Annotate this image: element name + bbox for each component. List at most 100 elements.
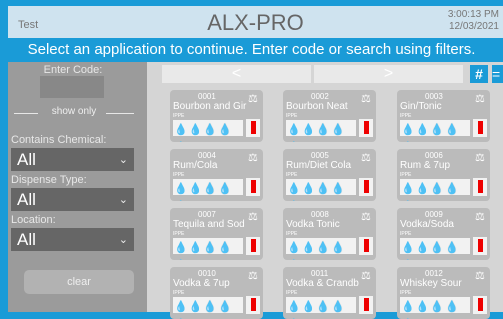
clock: 3:00:13 PM 12/03/2021 bbox=[448, 9, 499, 33]
drop-icon: 💧 bbox=[445, 242, 459, 254]
product-number: 0012 bbox=[425, 269, 443, 278]
product-card[interactable]: 0007Tequila and Sod⚖IPPE💧💧💧💧💧 bbox=[170, 208, 263, 260]
scale-icon: ⚖ bbox=[248, 152, 258, 164]
hazard-flag-icon bbox=[246, 178, 260, 196]
scale-icon: ⚖ bbox=[248, 270, 258, 282]
hazard-flag-icon bbox=[473, 237, 487, 255]
product-name: Vodka & Crandb bbox=[286, 278, 359, 289]
contains-chemical-value: All bbox=[17, 150, 36, 169]
drop-icon: 💧 bbox=[287, 124, 301, 136]
enter-code-label: Enter Code: bbox=[43, 64, 103, 76]
product-card[interactable]: 0008Vodka Tonic⚖IPPE💧💧💧💧💧 bbox=[283, 208, 376, 260]
drop-icon: 💧 bbox=[401, 124, 415, 136]
drop-icon: 💧 bbox=[316, 301, 331, 313]
code-input[interactable] bbox=[40, 76, 104, 98]
product-card[interactable]: 0005Rum/Diet Cola⚖IPPE💧💧💧💧💧 bbox=[283, 149, 376, 201]
drop-icon: 💧 bbox=[401, 242, 415, 254]
drop-icon: 💧 bbox=[188, 301, 203, 313]
product-card[interactable]: 0012Whiskey Sour ⚖ IPPE💧💧💧💧💧 bbox=[397, 267, 490, 319]
drop-icon: 💧 bbox=[316, 183, 331, 195]
drop-icon: 💧 bbox=[218, 124, 232, 136]
product-name: Vodka Tonic bbox=[286, 219, 340, 230]
drop-icon: 💧 bbox=[415, 124, 430, 136]
hazard-bar bbox=[478, 121, 483, 134]
drop-icon: 💧 bbox=[401, 199, 415, 201]
location-label: Location: bbox=[11, 214, 56, 226]
product-number: 0002 bbox=[311, 92, 329, 101]
drop-icon: 💧 bbox=[188, 124, 203, 136]
drop-rating: 💧💧💧💧💧 bbox=[400, 120, 470, 136]
product-card[interactable]: 0010Vodka & 7up ⚖ IPPE💧💧💧💧💧 bbox=[170, 267, 263, 319]
product-card[interactable]: 0003Gin/Tonic⚖IPPE💧💧💧💧💧 bbox=[397, 90, 490, 142]
product-tag: IPPE bbox=[173, 113, 185, 119]
product-card[interactable]: 0004Rum/Cola⚖IPPE💧💧💧💧💧 bbox=[170, 149, 263, 201]
show-only-label: show only bbox=[51, 106, 97, 117]
drop-rating: 💧💧💧💧💧 bbox=[286, 238, 356, 254]
drop-rating: 💧💧💧💧💧 bbox=[173, 238, 243, 254]
drop-icon: 💧 bbox=[287, 199, 301, 201]
drop-icon: 💧 bbox=[430, 183, 445, 195]
product-number: 0011 bbox=[311, 269, 329, 278]
dispense-type-select[interactable]: All ⌄ bbox=[11, 188, 134, 211]
location-select[interactable]: All ⌄ bbox=[11, 228, 134, 251]
divider-line-right bbox=[106, 113, 134, 114]
drop-icon: 💧 bbox=[316, 124, 331, 136]
hazard-flag-icon bbox=[359, 237, 373, 255]
product-card[interactable]: 0002Bourbon Neat⚖IPPE💧💧💧💧💧 bbox=[283, 90, 376, 142]
drop-icon: 💧 bbox=[401, 258, 415, 260]
contains-chemical-select[interactable]: All ⌄ bbox=[11, 148, 134, 171]
drop-icon: 💧 bbox=[203, 242, 218, 254]
product-card[interactable]: 0006Rum & 7up⚖IPPE💧💧💧💧💧 bbox=[397, 149, 490, 201]
hazard-bar bbox=[251, 298, 256, 311]
product-number: 0009 bbox=[425, 210, 443, 219]
drop-icon: 💧 bbox=[174, 301, 188, 313]
code-search-button[interactable]: # bbox=[470, 65, 488, 83]
next-page-button[interactable]: > bbox=[314, 65, 463, 83]
product-name: Rum/Diet Cola bbox=[286, 160, 352, 171]
app-window: Test ALX-PRO 3:00:13 PM 12/03/2021 Selec… bbox=[0, 0, 503, 319]
drop-rating: 💧💧💧💧💧 bbox=[173, 179, 243, 195]
drop-icon: 💧 bbox=[445, 183, 459, 195]
drop-icon: 💧 bbox=[430, 124, 445, 136]
product-name: Bourbon and Gir bbox=[173, 101, 247, 112]
drop-icon: 💧 bbox=[415, 183, 430, 195]
drop-rating: 💧💧💧💧💧 bbox=[173, 120, 243, 136]
prev-page-button[interactable]: < bbox=[162, 65, 311, 83]
clock-time: 3:00:13 PM bbox=[447, 9, 499, 20]
product-number: 0010 bbox=[198, 269, 216, 278]
drop-icon: 💧 bbox=[331, 183, 345, 195]
hazard-flag-icon bbox=[359, 178, 373, 196]
product-tag: IPPE bbox=[400, 231, 412, 237]
product-card[interactable]: 0011Vodka & Crandb⚖ IPPE💧💧💧💧💧 bbox=[283, 267, 376, 319]
drop-icon: 💧 bbox=[188, 242, 203, 254]
hazard-flag-icon bbox=[359, 296, 373, 314]
dispense-type-value: All bbox=[17, 190, 36, 209]
dispense-type-label: Dispense Type: bbox=[11, 174, 87, 186]
drop-icon: 💧 bbox=[174, 199, 188, 201]
drop-icon: 💧 bbox=[203, 301, 218, 313]
product-number: 0001 bbox=[198, 92, 216, 101]
product-number: 0007 bbox=[198, 210, 216, 219]
product-tag: IPPE bbox=[286, 172, 298, 178]
drop-icon: 💧 bbox=[174, 183, 188, 195]
drop-icon: 💧 bbox=[415, 242, 430, 254]
drop-icon: 💧 bbox=[174, 258, 188, 260]
product-tag: IPPE bbox=[173, 172, 185, 178]
hazard-bar bbox=[478, 298, 483, 311]
scale-icon: ⚖ bbox=[248, 93, 258, 105]
product-name: Vodka & 7up bbox=[173, 278, 230, 289]
scale-icon: ⚖ bbox=[361, 152, 371, 164]
main-panel: Enter Code: show only Contains Chemical:… bbox=[8, 62, 503, 319]
product-card[interactable]: 0009Vodka/Soda⚖IPPE💧💧💧💧💧 bbox=[397, 208, 490, 260]
product-name: Whiskey Sour bbox=[400, 278, 462, 289]
list-view-button[interactable]: = bbox=[492, 65, 503, 83]
clear-button[interactable]: clear bbox=[24, 270, 134, 294]
product-card[interactable]: 0001Bourbon and Gir⚖IPPE💧💧💧💧💧 bbox=[170, 90, 263, 142]
product-tag: IPPE bbox=[400, 113, 412, 119]
product-name: Bourbon Neat bbox=[286, 101, 348, 112]
hazard-bar bbox=[478, 180, 483, 193]
scale-icon: ⚖ bbox=[475, 93, 485, 105]
product-number: 0004 bbox=[198, 151, 216, 160]
drop-icon: 💧 bbox=[218, 183, 232, 195]
chevron-down-icon: ⌄ bbox=[118, 154, 128, 166]
